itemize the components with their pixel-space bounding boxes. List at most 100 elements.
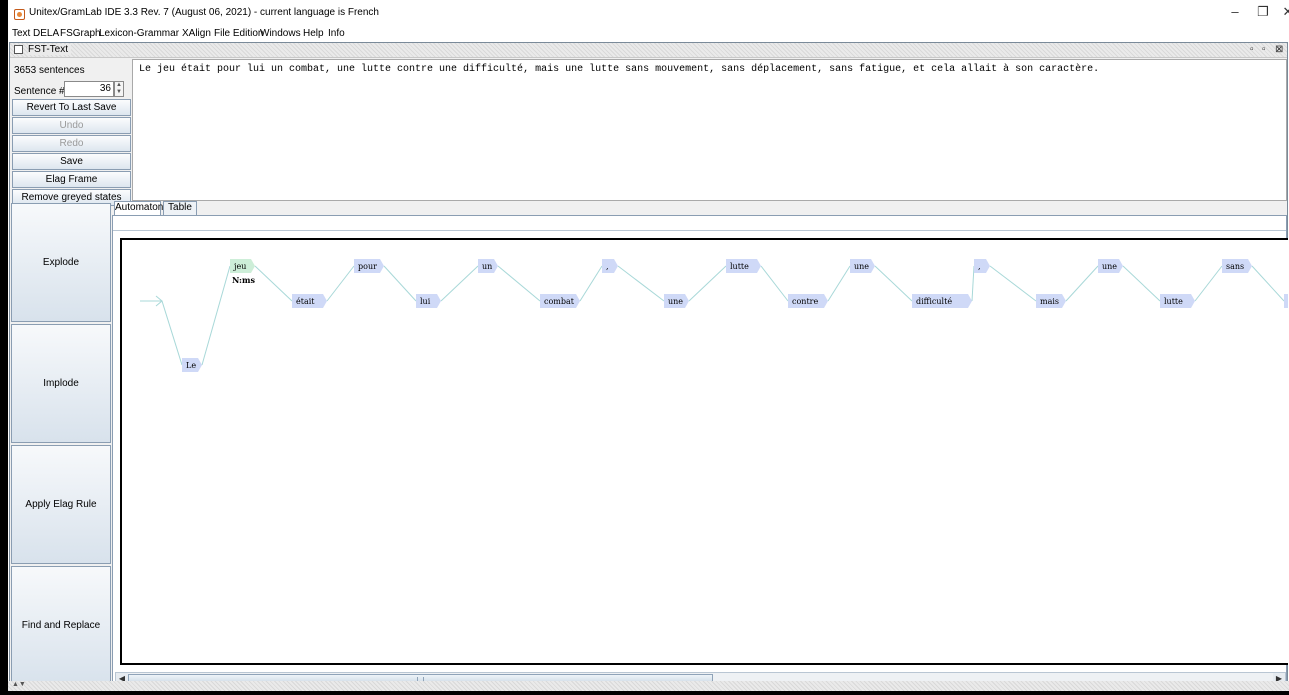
sentence-spinner[interactable]: ▲ ▼ — [114, 81, 124, 97]
menu-dela[interactable]: DELA — [33, 28, 59, 39]
node-label: difficulté — [916, 297, 952, 306]
save-button[interactable]: Save — [12, 153, 131, 170]
implode-button[interactable]: Implode — [11, 324, 111, 443]
menu-info[interactable]: Info — [328, 28, 345, 39]
node-label: , — [978, 262, 981, 271]
menu-xalign[interactable]: XAlign — [182, 28, 211, 39]
edge — [1194, 265, 1223, 302]
frame-close-button[interactable]: ⊠ — [1275, 44, 1283, 55]
explode-button[interactable]: Explode — [11, 203, 111, 322]
node-box — [974, 259, 990, 273]
automaton-node[interactable]: une — [664, 294, 689, 308]
menu-windows[interactable]: Windows — [260, 28, 301, 39]
automaton-node[interactable]: , — [974, 259, 990, 273]
node-label: une — [854, 262, 869, 271]
automaton-node[interactable]: sans — [1222, 259, 1252, 273]
automaton-node[interactable]: pour — [354, 259, 384, 273]
edge — [161, 300, 183, 366]
automaton-node[interactable]: était — [292, 294, 327, 308]
operations-panel: Explode Implode Apply Elag Rule Find and… — [11, 203, 111, 689]
edge — [383, 265, 417, 302]
automaton-node[interactable]: , — [602, 259, 618, 273]
edge — [874, 265, 913, 302]
bottom-strip: ▲▼ — [8, 681, 1289, 691]
sentence-count: 3653 sentences — [14, 65, 85, 76]
revert-to-last-save-button[interactable]: Revert To Last Save — [12, 99, 131, 116]
edge — [688, 265, 727, 302]
automaton-node[interactable]: mouvemen — [1284, 294, 1288, 308]
edge — [326, 265, 355, 302]
menu-lexicon-grammar[interactable]: Lexicon-Grammar — [99, 28, 179, 39]
frame-title: FST-Text — [28, 44, 72, 55]
unitex-app-icon — [14, 9, 25, 20]
node-label: lui — [420, 297, 431, 306]
node-label: une — [668, 297, 683, 306]
automaton-node[interactable]: une — [850, 259, 875, 273]
node-label: pour — [358, 262, 377, 271]
node-label: , — [606, 262, 609, 271]
frame-maximize-button[interactable]: ▫ — [1262, 44, 1266, 55]
window-title: Unitex/GramLab IDE 3.3 Rev. 7 (August 06… — [29, 7, 379, 18]
spinner-up-icon[interactable]: ▲ — [115, 82, 123, 89]
edge — [827, 265, 851, 302]
automaton-node[interactable]: une — [1098, 259, 1123, 273]
node-label: lutte — [1164, 297, 1183, 306]
edge — [254, 265, 293, 302]
node-label: une — [1102, 262, 1117, 271]
sentence-number-input[interactable]: 36 — [64, 81, 114, 97]
node-label: était — [296, 297, 315, 306]
node-label: jeu — [233, 262, 246, 271]
automaton-pane: Le jeu était pour lui un combat, une lutte contre… — [112, 215, 1288, 689]
redo-button[interactable]: Redo — [12, 135, 131, 152]
automaton-node[interactable]: lutte — [1160, 294, 1195, 308]
edge — [1122, 265, 1161, 302]
title-bar: Unitex/GramLab IDE 3.3 Rev. 7 (August 06… — [8, 0, 1289, 28]
automaton-node[interactable]: combat — [540, 294, 580, 308]
spinner-down-icon[interactable]: ▼ — [115, 89, 123, 96]
apply-elag-rule-button[interactable]: Apply Elag Rule — [11, 445, 111, 564]
undo-button[interactable]: Undo — [12, 117, 131, 134]
node-label: Le — [186, 361, 196, 370]
automaton-node[interactable]: lutte — [726, 259, 761, 273]
node-label: contre — [792, 297, 818, 306]
edge — [1251, 265, 1285, 302]
automaton-graph: Le jeu était pour lui un combat, une lutte contre… — [140, 259, 1288, 372]
tab-automaton[interactable]: Automaton — [114, 201, 163, 216]
edge — [989, 265, 1037, 302]
automaton-canvas[interactable]: Le jeu était pour lui un combat, une lutte contre… — [120, 238, 1288, 665]
node-box — [602, 259, 618, 273]
node-label: mais — [1040, 297, 1059, 306]
edge — [440, 265, 479, 302]
node-label: un — [482, 262, 492, 271]
tab-table[interactable]: Table — [163, 201, 197, 215]
automaton-node[interactable]: lui — [416, 294, 441, 308]
edge — [971, 265, 975, 302]
close-button[interactable]: ✕ — [1270, 2, 1289, 22]
edge — [1065, 265, 1099, 302]
automaton-node[interactable]: un — [478, 259, 498, 273]
edge — [201, 265, 231, 366]
sentence-number-label: Sentence # — [14, 86, 65, 97]
collapse-arrows-icon[interactable]: ▲▼ — [12, 681, 26, 688]
sentence-text-area[interactable]: Le jeu était pour lui un combat, une lut… — [132, 59, 1287, 201]
menu-help[interactable]: Help — [303, 28, 324, 39]
frame-iconify-button[interactable]: ▫ — [1250, 44, 1254, 55]
edge — [497, 265, 541, 302]
automaton-node[interactable]: Le — [182, 358, 202, 372]
node-label: combat — [544, 297, 575, 306]
menu-bar: Text DELA FSGraph Lexicon-Grammar XAlign… — [8, 27, 1289, 41]
elag-frame-button[interactable]: Elag Frame — [12, 171, 131, 188]
automaton-node[interactable]: difficulté — [912, 294, 972, 308]
menu-file-edition[interactable]: File Edition — [214, 28, 263, 39]
automaton-node[interactable]: contre — [788, 294, 828, 308]
menu-fsgraph[interactable]: FSGraph — [60, 28, 101, 39]
edge — [617, 265, 665, 302]
find-and-replace-button[interactable]: Find and Replace — [11, 566, 111, 685]
menu-text[interactable]: Text — [12, 28, 30, 39]
application-window: Unitex/GramLab IDE 3.3 Rev. 7 (August 06… — [8, 0, 1289, 691]
node-label: lutte — [730, 262, 749, 271]
automaton-node[interactable]: jeu — [230, 259, 255, 273]
edge — [760, 265, 789, 302]
automaton-node[interactable]: mais — [1036, 294, 1066, 308]
frame-title-bar: FST-Text ▫ ▫ ⊠ — [10, 43, 1287, 58]
